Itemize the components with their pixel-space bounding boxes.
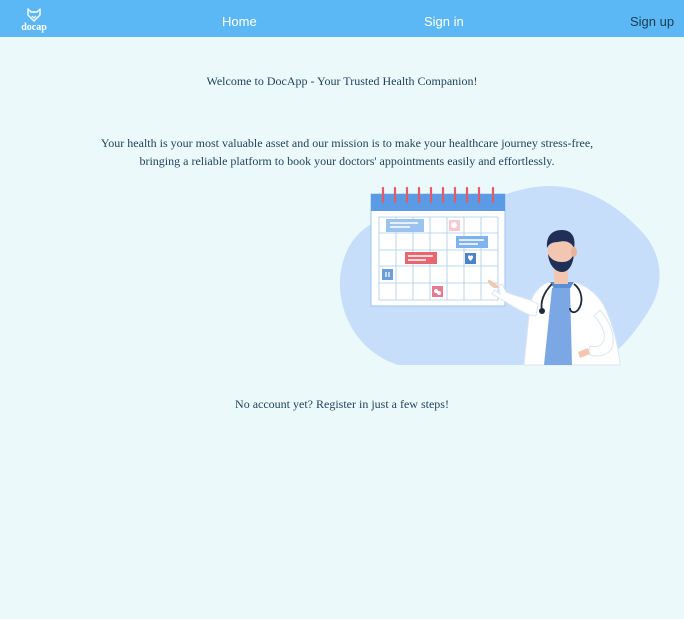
welcome-heading: Welcome to DocApp - Your Trusted Health … — [206, 74, 478, 88]
mission-line-1: Your health is your most valuable asset … — [100, 136, 594, 150]
calendar-icon — [370, 186, 506, 307]
nav-home-link[interactable]: Home — [222, 14, 257, 29]
mission-text: Your health is your most valuable asset … — [0, 134, 684, 170]
doctor-calendar-illustration — [339, 186, 660, 366]
register-prompt: No account yet? Register in just a few s… — [235, 397, 449, 411]
mission-line-2: bringing a reliable platform to book you… — [139, 154, 555, 168]
nav-signup-link[interactable]: Sign up — [630, 14, 674, 29]
navbar: docap Home Sign in Sign up — [0, 0, 684, 37]
fox-head-icon — [27, 8, 41, 22]
logo-text: docap — [21, 22, 47, 33]
nav-signin-link[interactable]: Sign in — [424, 14, 464, 29]
logo[interactable]: docap — [16, 8, 52, 36]
